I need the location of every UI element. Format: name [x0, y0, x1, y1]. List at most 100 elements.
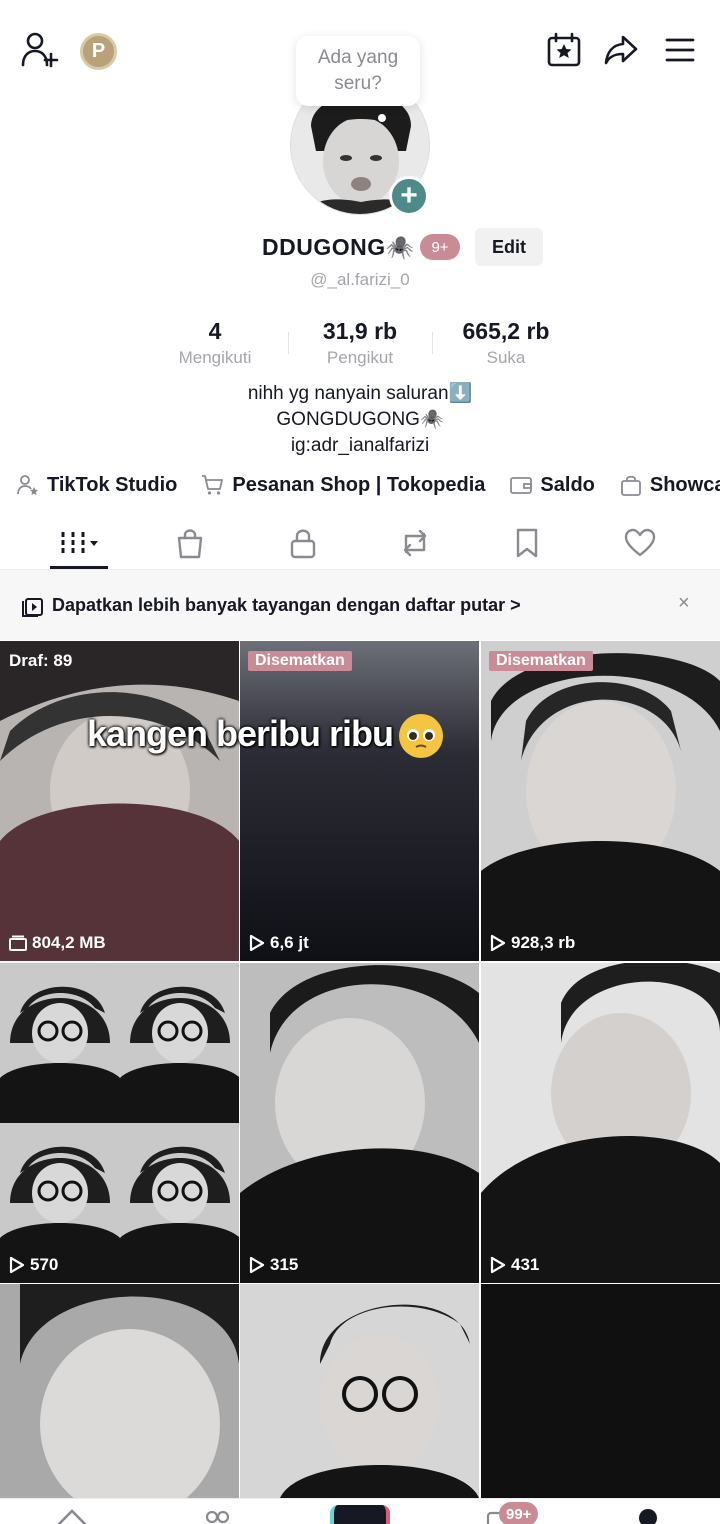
name-row: DDUGONG🕷️ 9+ Edit — [0, 228, 720, 268]
video-stat: 928,3 rb — [490, 933, 575, 953]
stat-value: 665,2 rb — [462, 318, 550, 344]
play-icon — [490, 1256, 506, 1274]
drafts-icon — [9, 935, 27, 951]
home-icon[interactable] — [54, 1505, 90, 1524]
stat-text: 6,6 jt — [270, 933, 309, 952]
video-stat: 570 — [9, 1255, 58, 1275]
active-tab-indicator — [50, 566, 108, 569]
friends-icon[interactable] — [202, 1507, 232, 1524]
link-showcase[interactable]: Showca — [619, 470, 720, 500]
stat-label: Suka — [486, 348, 526, 367]
video-thumbnail — [240, 1284, 479, 1498]
person-plus-icon — [21, 32, 59, 68]
video-thumbnail — [240, 963, 479, 1283]
hamburger-menu-icon — [665, 38, 695, 62]
tab-liked[interactable] — [610, 526, 670, 560]
bottom-nav: 99+ — [0, 1498, 720, 1524]
video-thumbnail — [481, 641, 720, 961]
video-tile[interactable]: Draf: 89 804,2 MB — [0, 641, 239, 961]
create-button[interactable] — [330, 1505, 390, 1524]
profile-links: TikTok Studio Pesanan Shop | Tokopedia S… — [16, 470, 720, 500]
video-stat: 6,6 jt — [249, 933, 309, 953]
videos-grid-icon — [61, 532, 98, 554]
profile-stats: 4 Mengikuti 31,9 rb Pengikut 665,2 rb Su… — [0, 318, 720, 370]
link-balance[interactable]: Saldo — [509, 470, 595, 500]
play-icon — [9, 1256, 25, 1274]
person-star-icon — [17, 475, 38, 495]
share-icon — [604, 35, 638, 65]
video-tile[interactable] — [240, 1284, 479, 1498]
display-name: DDUGONG🕷️ — [262, 234, 415, 260]
pleading-face-icon — [399, 714, 444, 759]
play-icon — [249, 1256, 265, 1274]
tab-reposts[interactable] — [385, 526, 445, 560]
share-profile-button[interactable] — [600, 30, 642, 70]
cart-icon — [202, 475, 224, 495]
video-tile[interactable]: Disematkan 928,3 rb — [481, 641, 720, 961]
video-thumbnail — [0, 1284, 239, 1498]
heart-icon — [624, 528, 656, 557]
edit-profile-button[interactable]: Edit — [475, 228, 543, 266]
video-thumbnail — [481, 1284, 720, 1498]
add-avatar-button[interactable]: + — [389, 176, 429, 216]
notification-badge[interactable]: 9+ — [420, 234, 460, 260]
close-icon[interactable]: × — [678, 592, 690, 615]
stat-likes[interactable]: 665,2 rb Suka — [431, 318, 581, 368]
video-tile[interactable] — [481, 1284, 720, 1498]
draft-count: Draf: 89 — [9, 651, 73, 670]
status-bubble[interactable]: Ada yang seru? — [296, 36, 420, 106]
pinned-badge: Disematkan — [489, 651, 593, 671]
link-label: Saldo — [540, 473, 595, 496]
tab-videos[interactable] — [50, 526, 110, 560]
coin-button[interactable]: P — [80, 33, 117, 70]
video-tile[interactable]: 315 — [240, 963, 479, 1283]
tab-shop[interactable] — [160, 526, 220, 560]
play-icon — [490, 934, 506, 952]
playlist-icon — [22, 598, 43, 617]
tab-private[interactable] — [273, 526, 333, 560]
link-tiktok-studio[interactable]: TikTok Studio — [16, 470, 177, 500]
tab-favorites[interactable] — [497, 526, 557, 560]
stat-text: 928,3 rb — [511, 933, 576, 952]
content-tabs — [0, 520, 720, 570]
bio-line-3[interactable]: ig:adr_ianalfarizi — [0, 433, 720, 459]
video-stat: 315 — [249, 1255, 298, 1275]
video-tile[interactable]: 570 — [0, 963, 239, 1283]
video-tile[interactable] — [0, 1284, 239, 1498]
stat-label: Pengikut — [326, 348, 394, 367]
caption-text: kangen beribu ribu — [87, 713, 394, 754]
wallet-icon — [510, 477, 533, 494]
playlist-banner[interactable]: Dapatkan lebih banyak tayangan dengan da… — [0, 570, 720, 640]
link-shop-orders[interactable]: Pesanan Shop | Tokopedia — [201, 470, 485, 500]
link-label: Showca — [649, 473, 720, 496]
stat-followers[interactable]: 31,9 rb Pengikut — [285, 318, 435, 368]
username-handle: @_al.farizi_0 — [310, 270, 410, 289]
lock-icon — [290, 529, 316, 559]
video-tile[interactable]: 431 — [481, 963, 720, 1283]
video-stat: 804,2 MB — [9, 933, 106, 953]
stat-value: 4 — [208, 318, 222, 344]
calendar-star-icon — [547, 32, 581, 67]
video-tile[interactable]: Disematkan 6,6 jt — [240, 641, 479, 961]
video-thumbnail — [0, 963, 239, 1283]
bubble-line-1: Ada yang — [317, 47, 399, 68]
stat-following[interactable]: 4 Mengikuti — [140, 318, 290, 368]
menu-button[interactable] — [660, 32, 700, 68]
add-friend-button[interactable] — [18, 30, 62, 70]
bio: nihh yg nanyain saluran⬇️ GONGDUGONG🕷️ i… — [0, 381, 720, 459]
link-label: Pesanan Shop | Tokopedia — [232, 473, 486, 496]
video-thumbnail — [481, 963, 720, 1283]
coin-label: P — [91, 40, 106, 62]
stat-text: 431 — [511, 1255, 540, 1274]
video-thumbnail — [240, 641, 479, 961]
bubble-line-2: seru? — [334, 73, 382, 94]
bubble-tail — [378, 114, 386, 122]
pinned-badge: Disematkan — [248, 651, 352, 671]
calendar-button[interactable] — [543, 30, 585, 70]
video-thumbnail — [0, 641, 239, 961]
shop-bag-icon — [177, 529, 203, 559]
repost-icon — [403, 529, 427, 557]
profile-nav-icon[interactable] — [639, 1509, 657, 1524]
bookmark-icon — [516, 528, 538, 558]
stat-value: 31,9 rb — [322, 318, 398, 344]
